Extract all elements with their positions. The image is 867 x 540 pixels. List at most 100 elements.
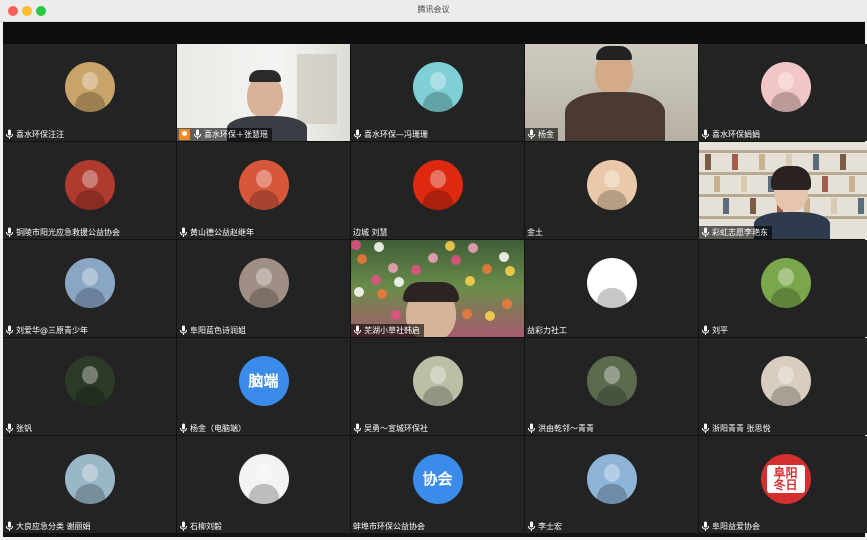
flower-avatar	[64, 356, 115, 406]
participant-tile[interactable]: 喜水环保娟娟	[699, 44, 867, 141]
participant-name: 浙阳青青 张思悦	[712, 424, 771, 433]
flag-photo-avatar	[64, 160, 115, 210]
participant-name: 阜阳益爱协会	[712, 522, 760, 531]
participant-name: 喜水环保娟娟	[712, 130, 760, 139]
participant-name-label: 蚌埠市环保公益协会	[351, 520, 429, 533]
participant-tile[interactable]: 边城 刘慧	[351, 142, 524, 239]
participant-name-label: 大良应急分类 谢丽娟	[3, 520, 95, 533]
microphone-icon	[179, 325, 188, 336]
participant-name: 杨金（电脑端）	[190, 424, 246, 433]
participant-name-label: 金土	[525, 226, 547, 239]
participant-tile[interactable]: 喜水环保—冯珊珊	[351, 44, 524, 141]
participant-name-label: 阜阳蓝色诗润姐	[177, 324, 250, 337]
woman-water-avatar	[64, 454, 115, 504]
participant-name: 杨金	[538, 130, 554, 139]
microphone-icon	[5, 521, 14, 532]
participant-name-label: 黄山德公益赵继年	[177, 226, 258, 239]
participant-name-label: 喜水环保＋张慧瑶	[177, 128, 272, 141]
participant-tile[interactable]: 喜水环保汪汪	[3, 44, 176, 141]
participant-tile[interactable]: 金土	[525, 142, 698, 239]
participant-tile[interactable]: 洪由乾邻～青青	[525, 338, 698, 435]
participant-name: 喜水环保—冯珊珊	[364, 130, 428, 139]
participant-name: 金土	[527, 228, 543, 237]
participant-tile[interactable]: 协会蚌埠市环保公益协会	[351, 436, 524, 533]
microphone-icon	[701, 325, 710, 336]
participant-tile[interactable]: 益彩力社工	[525, 240, 698, 337]
participant-tile[interactable]: 阜阳冬日阜阳益爱协会	[699, 436, 867, 533]
microphone-icon	[701, 521, 710, 532]
participant-name: 彩虹志愿李艳东	[712, 228, 768, 237]
participant-tile[interactable]: 刘平	[699, 240, 867, 337]
participant-name-label: 李士宏	[525, 520, 566, 533]
microphone-icon	[179, 521, 188, 532]
microphone-icon	[179, 423, 188, 434]
participant-name-label: 刘平	[699, 324, 732, 337]
participant-name-label: 杨金（电脑端）	[177, 422, 250, 435]
participant-tile[interactable]: 石柳刘毅	[177, 436, 350, 533]
microphone-icon	[701, 227, 710, 238]
participant-name: 喜水环保＋张慧瑶	[204, 130, 268, 139]
microphone-icon	[701, 129, 710, 140]
participant-tile[interactable]: 阜阳蓝色诗润姐	[177, 240, 350, 337]
participant-tile[interactable]: 大良应急分类 谢丽娟	[3, 436, 176, 533]
participant-tile[interactable]: 铜陵市阳光应急救援公益协会	[3, 142, 176, 239]
participant-name: 石柳刘毅	[190, 522, 222, 531]
participant-name: 刘爱华@三原青少年	[16, 326, 88, 335]
participant-tile[interactable]: 刘爱华@三原青少年	[3, 240, 176, 337]
participant-name: 益彩力社工	[527, 326, 567, 335]
participant-tile[interactable]: 杨金	[525, 44, 698, 141]
avatar-text: 阜阳冬日	[766, 465, 805, 493]
participant-name-label: 杨金	[525, 128, 558, 141]
woman-photo-avatar	[760, 356, 811, 406]
cartoon-girl-avatar	[412, 62, 463, 112]
participant-tile[interactable]: 吴勇～宣城环保社	[351, 338, 524, 435]
participant-name: 大良应急分类 谢丽娟	[16, 522, 91, 531]
participant-name: 洪由乾邻～青青	[538, 424, 594, 433]
participant-name-label: 芜湖小草社韩启	[351, 324, 424, 337]
participant-name-label: 刘爱华@三原青少年	[3, 324, 92, 337]
participant-name: 张钒	[16, 424, 32, 433]
participant-name: 黄山德公益赵继年	[190, 228, 254, 237]
participant-name: 芜湖小草社韩启	[364, 326, 420, 335]
participant-tile[interactable]: 浙阳青青 张思悦	[699, 338, 867, 435]
group-photo-avatar	[238, 160, 289, 210]
participant-tile[interactable]: 脑端 杨金（电脑端）	[177, 338, 350, 435]
microphone-icon	[353, 423, 362, 434]
participant-name: 阜阳蓝色诗润姐	[190, 326, 246, 335]
teddy-bear-avatar	[64, 62, 115, 112]
participant-tile[interactable]: 喜水环保＋张慧瑶	[177, 44, 350, 141]
participant-name: 蚌埠市环保公益协会	[353, 522, 425, 531]
china-flag-avatar	[412, 160, 463, 210]
participant-name-label: 阜阳益爱协会	[699, 520, 764, 533]
microphone-icon	[179, 227, 188, 238]
participant-tile[interactable]: 芜湖小草社韩启	[351, 240, 524, 337]
microphone-icon	[527, 423, 536, 434]
microphone-icon	[5, 423, 14, 434]
participant-name-label: 吴勇～宣城环保社	[351, 422, 432, 435]
participant-name-label: 石柳刘毅	[177, 520, 226, 533]
participant-gallery: 喜水环保汪汪 喜水环保＋张慧瑶 喜水环保—冯珊珊 杨金 喜水环保娟娟铜陵市阳光应急救援公…	[3, 44, 867, 537]
microphone-icon	[5, 129, 14, 140]
cartoon-baby-avatar	[760, 62, 811, 112]
participant-tile[interactable]: 张钒	[3, 338, 176, 435]
participant-name: 李士宏	[538, 522, 562, 531]
participant-name-label: 喜水环保娟娟	[699, 128, 764, 141]
video-woman-bookshelf	[699, 142, 867, 239]
microphone-icon	[527, 129, 536, 140]
aerial-field-avatar	[760, 258, 811, 308]
participant-name-label: 洪由乾邻～青青	[525, 422, 598, 435]
participant-tile[interactable]: 黄山德公益赵继年	[177, 142, 350, 239]
participant-tile[interactable]: 李士宏	[525, 436, 698, 533]
microphone-icon	[5, 227, 14, 238]
logo-heart-avatar	[586, 258, 637, 308]
bicycle-kid-avatar	[586, 356, 637, 406]
cartoon-man-avatar	[238, 454, 289, 504]
child-photo-avatar	[586, 160, 637, 210]
man-portrait-avatar	[64, 258, 115, 308]
participant-name-label: 铜陵市阳光应急救援公益协会	[3, 226, 124, 239]
microphone-icon	[353, 129, 362, 140]
participant-tile[interactable]: 彩虹志愿李艳东	[699, 142, 867, 239]
avatar-text: 协会	[422, 469, 453, 488]
participant-name: 喜水环保汪汪	[16, 130, 64, 139]
participant-name-label: 浙阳青青 张思悦	[699, 422, 775, 435]
